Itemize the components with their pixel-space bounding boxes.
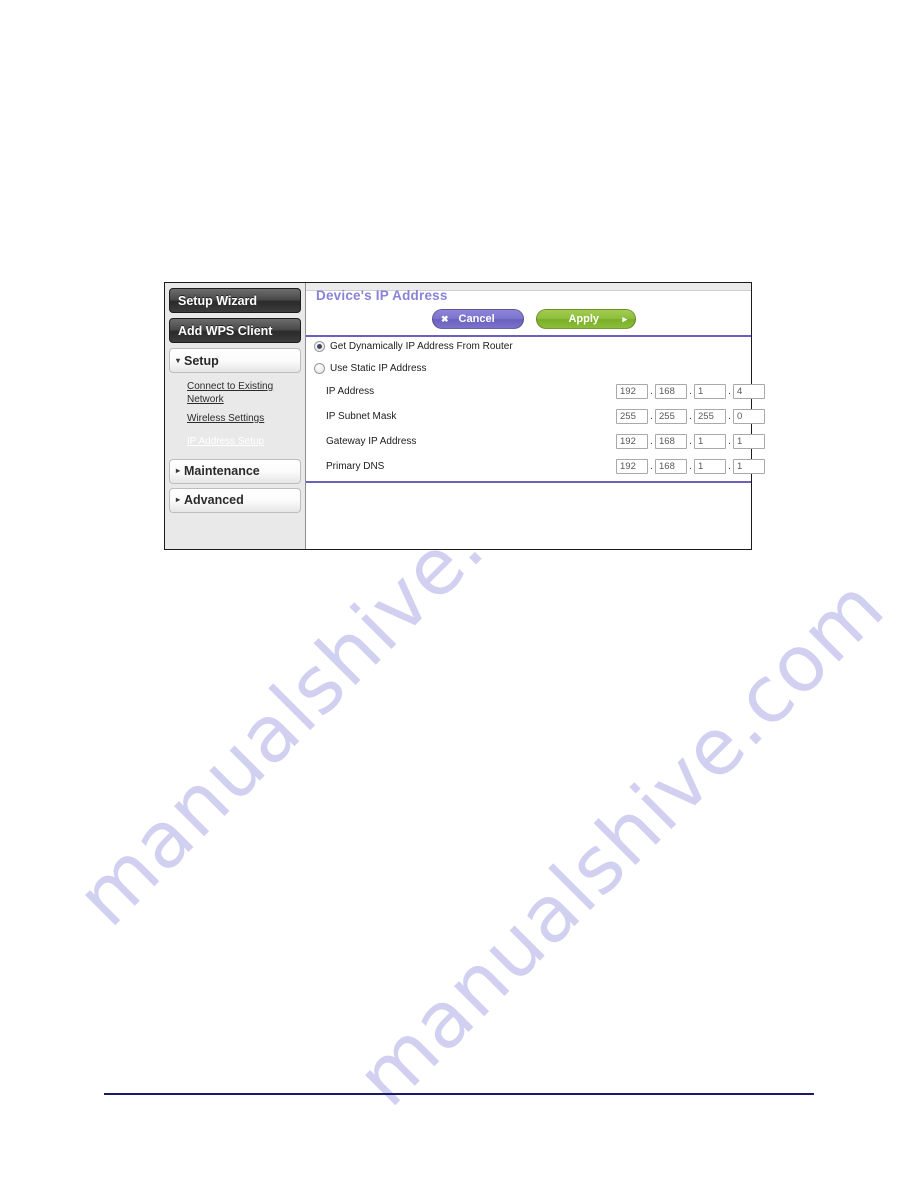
octet-input-1[interactable]	[616, 409, 648, 424]
radio-option-dynamic[interactable]: Get Dynamically IP Address From Router	[314, 339, 751, 354]
divider-top	[306, 335, 751, 337]
sidebar-item-add-wps-client[interactable]: Add WPS Client	[169, 318, 301, 343]
octet-input-2[interactable]	[655, 409, 687, 424]
chevron-right-icon: ▸	[176, 466, 181, 475]
field-row-primary-dns: Primary DNS . . .	[306, 458, 765, 475]
divider-bottom	[306, 481, 751, 483]
apply-button-label: Apply	[568, 313, 600, 325]
octet-separator: .	[689, 461, 692, 472]
octet-group: . . .	[616, 384, 765, 399]
octet-input-3[interactable]	[694, 384, 726, 399]
action-button-row: ✖ Cancel Apply ▸	[432, 309, 636, 329]
field-label: IP Subnet Mask	[326, 411, 397, 422]
sidebar-section-label: Setup	[184, 353, 219, 368]
octet-input-3[interactable]	[694, 409, 726, 424]
page-footer-rule	[104, 1093, 814, 1095]
page-title: Device's IP Address	[316, 288, 448, 303]
octet-separator: .	[689, 411, 692, 422]
octet-separator: .	[650, 386, 653, 397]
octet-separator: .	[650, 436, 653, 447]
sidebar: Setup Wizard Add WPS Client ▾ Setup Conn…	[165, 283, 306, 549]
sidebar-item-label: IP Address Setup	[187, 436, 265, 447]
apply-button[interactable]: Apply ▸	[536, 309, 636, 329]
octet-separator: .	[650, 461, 653, 472]
sidebar-section-label: Maintenance	[184, 464, 260, 478]
router-admin-panel: Setup Wizard Add WPS Client ▾ Setup Conn…	[164, 282, 765, 550]
octet-input-3[interactable]	[694, 434, 726, 449]
octet-input-2[interactable]	[655, 459, 687, 474]
sidebar-submenu: Connect to Existing Network Wireless Set…	[169, 377, 301, 459]
octet-input-4[interactable]	[733, 409, 765, 424]
sidebar-section-maintenance[interactable]: ▸ Maintenance	[169, 458, 301, 484]
octet-separator: .	[689, 436, 692, 447]
ip-address-form: Get Dynamically IP Address From Router U…	[306, 339, 765, 483]
sidebar-item-label: Add WPS Client	[178, 323, 273, 338]
field-label: IP Address	[326, 386, 375, 397]
sidebar-item-wireless-settings[interactable]: Wireless Settings	[169, 413, 301, 426]
cancel-button-label: Cancel	[458, 313, 495, 325]
arrow-right-icon: ▸	[622, 313, 627, 324]
octet-input-4[interactable]	[733, 434, 765, 449]
field-label: Gateway IP Address	[326, 436, 417, 447]
octet-input-4[interactable]	[733, 459, 765, 474]
close-icon: ✖	[441, 313, 449, 324]
octet-group: . . .	[616, 434, 765, 449]
octet-separator: .	[728, 461, 731, 472]
radio-option-label: Use Static IP Address	[330, 363, 427, 374]
content-area: Device's IP Address ✖ Cancel Apply ▸ Get…	[306, 283, 765, 549]
radio-option-static[interactable]: Use Static IP Address	[314, 361, 751, 376]
octet-separator: .	[728, 386, 731, 397]
sidebar-section-setup[interactable]: ▾ Setup	[169, 348, 301, 373]
octet-input-3[interactable]	[694, 459, 726, 474]
octet-separator: .	[728, 436, 731, 447]
chevron-right-icon: ▸	[176, 495, 181, 504]
field-row-ip-subnet-mask: IP Subnet Mask . . .	[306, 408, 765, 425]
field-row-ip-address: IP Address . . .	[306, 383, 765, 400]
sidebar-section-label: Advanced	[184, 493, 244, 507]
sidebar-item-setup-wizard[interactable]: Setup Wizard	[169, 288, 301, 313]
octet-input-4[interactable]	[733, 384, 765, 399]
octet-separator: .	[728, 411, 731, 422]
radio-button-unselected-icon[interactable]	[314, 363, 325, 374]
sidebar-section-advanced[interactable]: ▸ Advanced	[169, 487, 301, 513]
sidebar-item-connect-to-existing-network[interactable]: Connect to Existing Network	[169, 381, 301, 406]
octet-group: . . .	[616, 459, 765, 474]
octet-separator: .	[650, 411, 653, 422]
sidebar-item-label: Setup Wizard	[178, 293, 258, 308]
field-row-gateway-ip-address: Gateway IP Address . . .	[306, 433, 765, 450]
octet-input-1[interactable]	[616, 384, 648, 399]
radio-button-selected-icon[interactable]	[314, 341, 325, 352]
sidebar-item-ip-address-setup[interactable]: IP Address Setup	[169, 432, 301, 451]
octet-group: . . .	[616, 409, 765, 424]
octet-input-2[interactable]	[655, 384, 687, 399]
cancel-button[interactable]: ✖ Cancel	[432, 309, 524, 329]
chevron-down-icon: ▾	[176, 355, 181, 365]
octet-separator: .	[689, 386, 692, 397]
radio-option-label: Get Dynamically IP Address From Router	[330, 341, 513, 352]
watermark-text: manualshive.com	[340, 561, 902, 1124]
field-label: Primary DNS	[326, 461, 385, 472]
watermark-layer: manualshive.com manualshive.com	[0, 0, 918, 1188]
octet-input-1[interactable]	[616, 434, 648, 449]
octet-input-2[interactable]	[655, 434, 687, 449]
octet-input-1[interactable]	[616, 459, 648, 474]
